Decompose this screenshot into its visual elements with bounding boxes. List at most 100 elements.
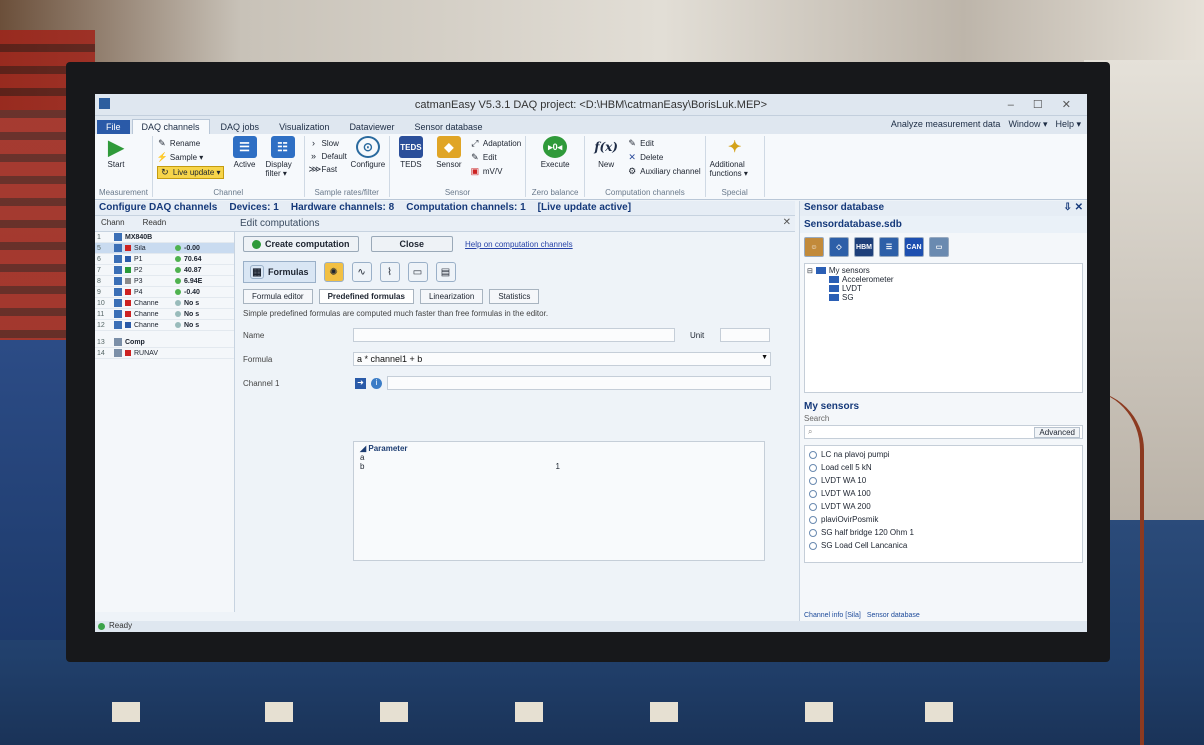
column-channel[interactable]: Chann (101, 218, 125, 227)
channel1-row: Channel 1 ➜ i (243, 376, 795, 390)
teds-button[interactable]: TEDS TEDS (394, 136, 428, 169)
tape-mark (515, 702, 543, 722)
tab-statistics[interactable]: Statistics (489, 289, 540, 304)
computation-edit-button[interactable]: ✎ Edit (627, 138, 700, 149)
formulas-tab[interactable]: ▦ Formulas (243, 261, 316, 283)
tree-item-accelerometer[interactable]: Accelerometer (807, 275, 1080, 284)
tab-channel-info[interactable]: Channel info [Sila] (804, 612, 861, 619)
tab-formula-editor[interactable]: Formula editor (243, 289, 313, 304)
list-item[interactable]: SG Load Cell Lancanica (809, 539, 1078, 552)
parameter-row[interactable]: b1 (360, 462, 560, 471)
tree-item-my-sensors[interactable]: ⊟ My sensors (807, 266, 1080, 275)
list-item[interactable]: LC na plavoj pumpi (809, 448, 1078, 461)
user-icon[interactable]: ☺ (804, 237, 824, 257)
color-marker (125, 278, 131, 284)
refresh-icon: ↻ (161, 167, 169, 177)
reading-value: No s (184, 299, 200, 307)
configure-button[interactable]: ⊙ Configure (351, 136, 385, 169)
window-menu[interactable]: Window ▾ (1008, 119, 1047, 130)
can-icon[interactable]: CAN (904, 237, 924, 257)
table-row[interactable]: 14 RUNAV (95, 348, 234, 359)
window-controls[interactable]: – ☐ ✕ (1008, 98, 1079, 111)
tab-linearization[interactable]: Linearization (419, 289, 484, 304)
table-row[interactable]: 7 P2 40.87 (95, 265, 234, 276)
device-icon[interactable]: ▭ (407, 262, 428, 282)
table-row[interactable]: 6 P1 70.64 (95, 254, 234, 265)
diamond-icon[interactable]: ◇ (829, 237, 849, 257)
tab-daq-channels[interactable]: DAQ channels (131, 119, 210, 134)
list-item[interactable]: plaviOvirPosmik (809, 513, 1078, 526)
row-number: 1 (97, 233, 101, 241)
table-row[interactable]: 10 Channe No s (95, 298, 234, 309)
sun-icon[interactable]: ✺ (323, 262, 344, 282)
sensor-button[interactable]: ◆ Sensor (432, 136, 466, 169)
execute-button[interactable]: ▸0◂ Execute (530, 136, 580, 169)
signal-icon[interactable]: ∿ (351, 262, 372, 282)
list-item[interactable]: LVDT WA 200 (809, 500, 1078, 513)
table-row[interactable]: 13 Comp (95, 337, 234, 348)
sensor-icon: ◆ (436, 136, 461, 158)
hbm-icon[interactable]: HBM (854, 237, 874, 257)
parameter-row[interactable]: a (360, 453, 560, 462)
column-reading[interactable]: Readn (143, 218, 167, 227)
list-item[interactable]: LVDT WA 10 (809, 474, 1078, 487)
create-computation-button[interactable]: Create computation (243, 236, 359, 252)
tab-daq-jobs[interactable]: DAQ jobs (212, 120, 269, 134)
table-row[interactable]: 12 Channe No s (95, 320, 234, 331)
tab-sensor-database-bottom[interactable]: Sensor database (867, 612, 920, 619)
list-item[interactable]: LVDT WA 100 (809, 487, 1078, 500)
advanced-button[interactable]: Advanced (1034, 427, 1080, 438)
tree-item-lvdt[interactable]: LVDT (807, 284, 1080, 293)
delete-button[interactable]: ✕ Delete (627, 152, 700, 163)
formula-select[interactable]: a * channel1 + b ▼ (353, 352, 771, 366)
auxiliary-channel-button[interactable]: ⚙ Auxiliary channel (627, 166, 701, 177)
table-row[interactable]: 9 P4 -0.40 (95, 287, 234, 298)
arrow-icon[interactable]: ➜ (355, 377, 366, 389)
sensor-edit-button[interactable]: ✎ Edit (470, 152, 521, 163)
adaptation-icon: ⤢ (471, 138, 479, 148)
table-row[interactable]: 8 P3 6.94E (95, 276, 234, 287)
slow-button[interactable]: › Slow (309, 138, 347, 148)
close-icon[interactable]: ✕ (783, 217, 791, 228)
filter-wave-icon[interactable]: ⌇ (379, 262, 400, 282)
reading-value: -0.40 (184, 288, 200, 296)
table-row[interactable]: 1 MX840B (95, 232, 234, 243)
adaptation-button[interactable]: ⤢ Adaptation (470, 138, 521, 149)
unit-field[interactable] (720, 328, 770, 342)
tab-file[interactable]: File (97, 120, 130, 134)
table-row[interactable]: 11 Channe No s (95, 309, 234, 320)
mvv-button[interactable]: ▣ mV/V (470, 166, 521, 177)
info-icon[interactable]: i (371, 377, 382, 389)
tab-sensor-database[interactable]: Sensor database (405, 120, 491, 134)
analyze-button[interactable]: Analyze measurement data (891, 119, 1001, 130)
tree-item-sg[interactable]: SG (807, 293, 1080, 302)
help-menu[interactable]: Help ▾ (1055, 119, 1081, 130)
help-link[interactable]: Help on computation channels (465, 240, 573, 249)
close-button[interactable]: Close (370, 236, 454, 252)
active-button[interactable]: ☰ Active (228, 136, 262, 169)
sample-button[interactable]: ⚡ Sample ▾ (157, 152, 224, 163)
tab-predefined-formulas[interactable]: Predefined formulas (318, 289, 414, 304)
new-computation-button[interactable]: f(x) New (589, 136, 623, 169)
default-button[interactable]: » Default (309, 151, 347, 161)
row-number: 14 (97, 349, 105, 357)
tab-dataviewer[interactable]: Dataviewer (340, 120, 403, 134)
list-item[interactable]: SG half bridge 120 Ohm 1 (809, 526, 1078, 539)
counter-icon[interactable]: ▤ (435, 262, 456, 282)
pin-close-icon[interactable]: ⇩ ✕ (1063, 202, 1083, 215)
list-item[interactable]: Load cell 5 kN (809, 461, 1078, 474)
channel1-field[interactable] (387, 376, 771, 390)
live-update-button[interactable]: ↻ Live update ▾ (156, 166, 224, 179)
tab-visualization[interactable]: Visualization (270, 120, 338, 134)
table-row[interactable]: 5 Sila -0.00 (95, 243, 234, 254)
display-filter-button[interactable]: ☷ Display filter ▾ (266, 136, 300, 178)
search-input[interactable]: ⌕ Advanced (804, 425, 1083, 439)
formula-row: Formula a * channel1 + b ▼ (243, 352, 795, 366)
scale-icon[interactable]: ☰ (879, 237, 899, 257)
start-button[interactable]: ▶ Start (99, 136, 133, 170)
additional-functions-button[interactable]: ✦ Additional functions ▾ (710, 136, 760, 178)
fast-button[interactable]: ⋙ Fast (309, 164, 347, 175)
rename-button[interactable]: ✎ Rename (157, 138, 224, 149)
name-field[interactable] (353, 328, 675, 342)
pc-icon[interactable]: ▭ (929, 237, 949, 257)
